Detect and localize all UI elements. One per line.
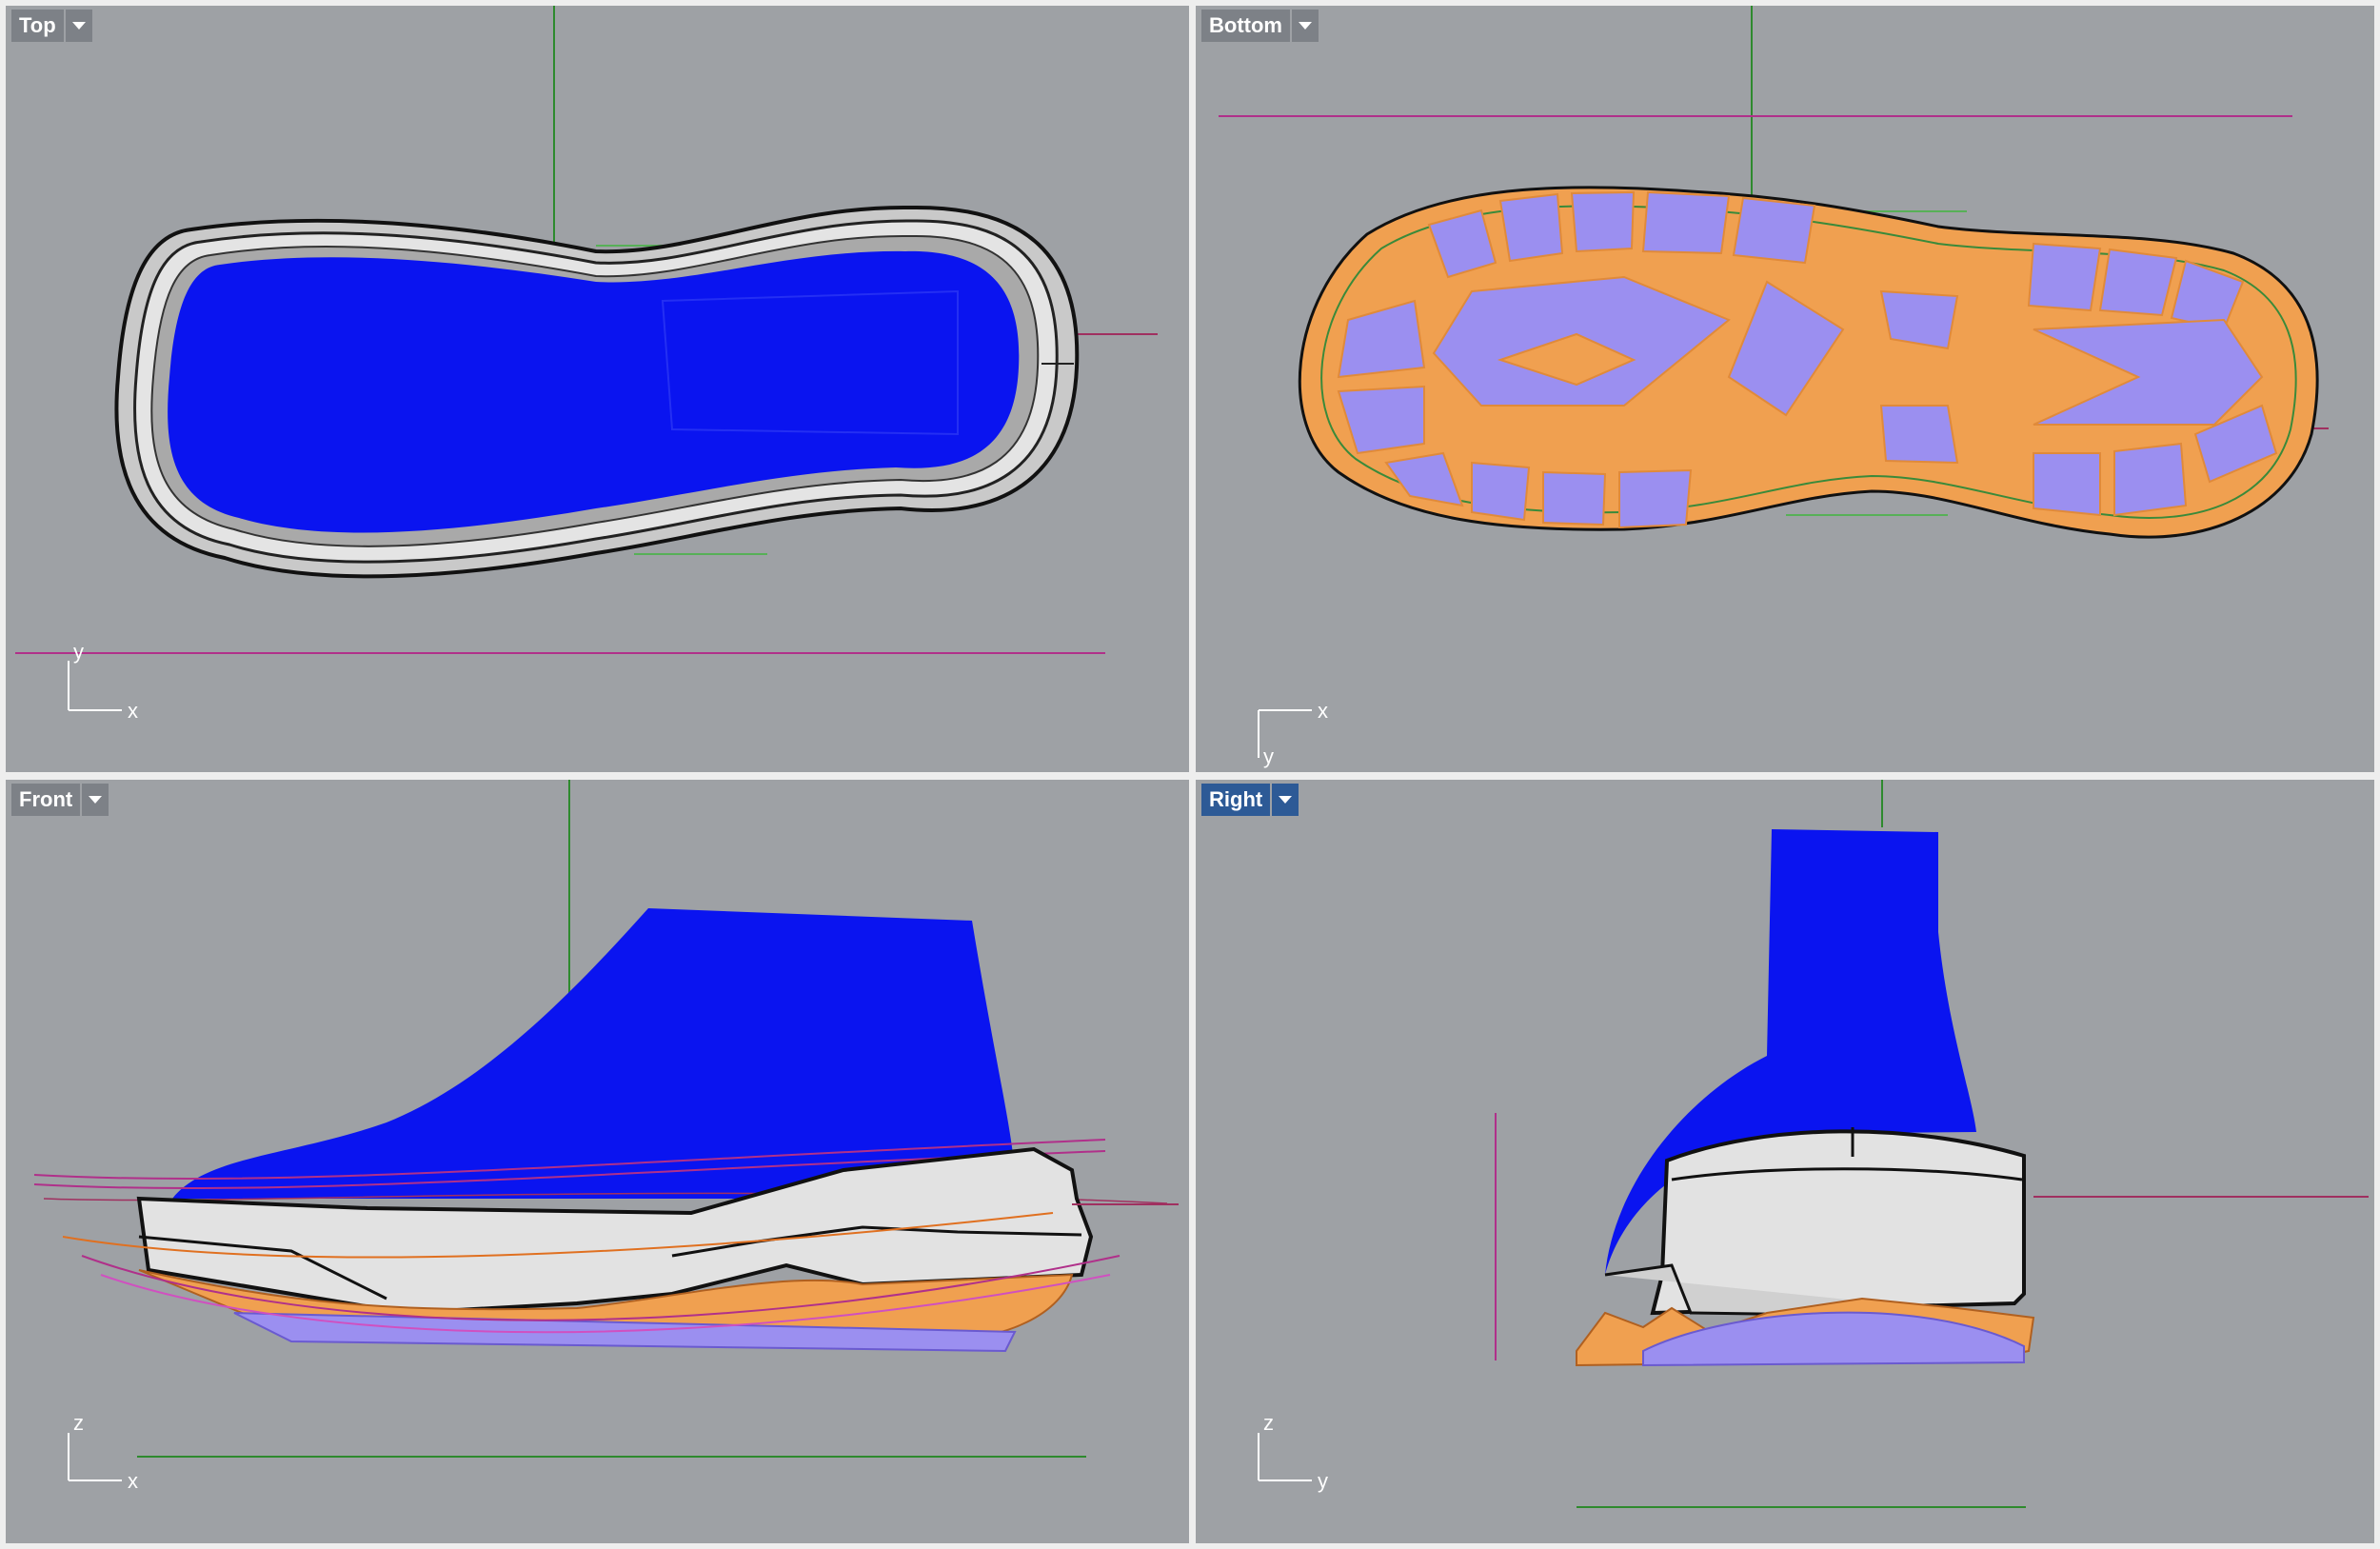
viewport-front[interactable]: Front z x [6,780,1189,1543]
viewport-label-front[interactable]: Front [11,784,109,816]
viewport-title-front[interactable]: Front [11,784,81,816]
axis-label-x: x [128,1469,138,1493]
axis-label-z: z [73,1411,84,1435]
chevron-down-icon[interactable] [1291,10,1319,42]
viewport-title-right[interactable]: Right [1201,784,1271,816]
viewport-top[interactable]: Top y x [6,6,1189,772]
chevron-down-icon[interactable] [1272,784,1299,816]
viewport-label-bottom[interactable]: Bottom [1201,10,1319,42]
viewport-bottom[interactable]: Bottom x y [1196,6,2374,772]
viewport-title-bottom[interactable]: Bottom [1201,10,1290,42]
chevron-down-icon[interactable] [65,10,92,42]
axis-label-y: y [1318,1469,1328,1493]
bottom-view-canvas[interactable]: x y [1196,6,2374,772]
viewport-label-top[interactable]: Top [11,10,92,42]
viewport-title-top[interactable]: Top [11,10,64,42]
axis-label-z: z [1263,1411,1274,1435]
axis-label-x: x [1318,699,1328,723]
upper-side-view [172,908,1015,1199]
right-view-canvas[interactable]: z y [1196,780,2374,1543]
chevron-down-icon[interactable] [82,784,109,816]
viewport-label-right[interactable]: Right [1201,784,1299,816]
viewport-right[interactable]: Right z y [1196,780,2374,1543]
axis-label-x: x [128,699,138,723]
front-view-canvas[interactable]: z x [6,780,1189,1543]
axis-label-y: y [1263,745,1274,768]
axis-label-y: y [73,640,84,664]
top-view-canvas[interactable]: y x [6,6,1189,772]
